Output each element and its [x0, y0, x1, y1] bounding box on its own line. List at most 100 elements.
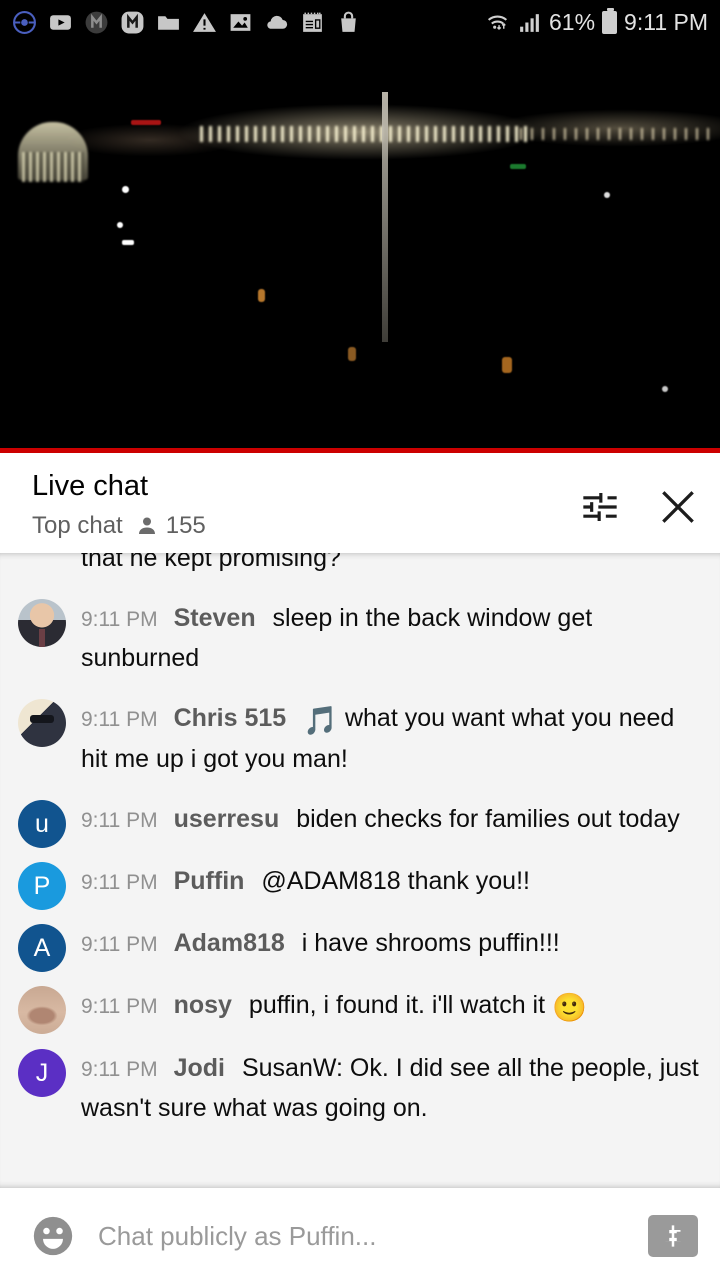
- city-lights-row-right: [520, 128, 710, 140]
- message-body: that he kept promising?: [18, 553, 702, 577]
- tune-icon: [583, 493, 617, 521]
- city-lights-row: [200, 126, 530, 142]
- message-timestamp: 9:11 PM: [81, 871, 158, 894]
- dollar-icon: [665, 1225, 681, 1247]
- message-timestamp: 9:11 PM: [81, 995, 158, 1018]
- superchat-button[interactable]: [648, 1215, 698, 1257]
- chat-message[interactable]: J 9:11 PM Jodi SusanW: Ok. I did see all…: [0, 1038, 720, 1138]
- avatar-letter: u: [35, 809, 49, 838]
- memorial-building: [18, 122, 88, 182]
- pokeball-icon: [13, 10, 36, 34]
- avatar-adam818[interactable]: A: [18, 924, 66, 972]
- avatar-chris-515[interactable]: [18, 699, 66, 747]
- washington-monument: [382, 92, 388, 342]
- message-text: i have shrooms puffin!!!: [301, 929, 560, 957]
- message-author[interactable]: Chris 515: [174, 704, 287, 732]
- green-light: [510, 164, 526, 169]
- avatar-steven[interactable]: [18, 599, 66, 647]
- message-text: puffin, i found it. i'll watch it: [248, 991, 552, 1019]
- message-body: 9:11 PM Steven sleep in the back window …: [81, 599, 702, 677]
- folder-icon: [158, 15, 179, 30]
- light-dot: [122, 240, 134, 245]
- page-title: Live chat: [32, 470, 149, 502]
- chat-input[interactable]: [98, 1220, 626, 1252]
- message-text: @ADAM818 thank you!!: [261, 867, 530, 895]
- image-icon: [230, 13, 251, 31]
- chat-message[interactable]: u 9:11 PM userresu biden checks for fami…: [0, 789, 720, 851]
- amber-light: [258, 289, 265, 302]
- message-timestamp: 9:11 PM: [81, 809, 158, 832]
- status-bar-notification-icons: [12, 10, 361, 35]
- wifi-icon: [487, 15, 508, 30]
- clock-label: 9:11 PM: [624, 8, 708, 35]
- status-bar: 61% 9:11 PM: [0, 0, 720, 44]
- battery-percent-label: 61%: [549, 8, 596, 35]
- message-body: 9:11 PM nosy puffin, i found it. i'll wa…: [81, 986, 702, 1027]
- message-body: 9:11 PM Adam818 i have shrooms puffin!!!: [81, 924, 702, 964]
- message-timestamp: 9:11 PM: [81, 708, 158, 731]
- message-body: 9:11 PM Puffin @ADAM818 thank you!!: [81, 862, 702, 902]
- light-dot: [604, 192, 610, 198]
- avatar-userresu[interactable]: u: [18, 800, 66, 848]
- m-rounded-icon: [121, 11, 144, 33]
- emoji-face-icon[interactable]: [30, 1213, 76, 1259]
- message-text: what you want what you need hit me up i …: [81, 704, 675, 773]
- live-chat-header: Live chat Top chat 155: [0, 453, 720, 553]
- message-author[interactable]: Steven: [174, 604, 256, 632]
- chat-composer: [0, 1188, 720, 1280]
- message-timestamp: 9:11 PM: [81, 608, 158, 631]
- light-dot: [122, 186, 129, 193]
- close-chat-button[interactable]: [656, 485, 700, 529]
- message-timestamp: 9:11 PM: [81, 1058, 158, 1081]
- red-light: [131, 120, 161, 125]
- message-body: 9:11 PM Jodi SusanW: Ok. I did see all t…: [81, 1049, 702, 1127]
- amber-light: [348, 347, 356, 361]
- battery-icon: [602, 7, 618, 34]
- avatar-puffin[interactable]: P: [18, 862, 66, 910]
- message-body: 9:11 PM userresu biden checks for famili…: [81, 800, 702, 840]
- chat-subheader: Top chat 155: [32, 512, 206, 540]
- shopping-bag-icon: [341, 11, 356, 32]
- status-bar-system-icons: 61% 9:11 PM: [485, 7, 708, 36]
- chat-message[interactable]: P 9:11 PM Puffin @ADAM818 thank you!!: [0, 851, 720, 913]
- video-player[interactable]: [0, 44, 720, 448]
- avatar-jodi[interactable]: J: [18, 1049, 66, 1097]
- message-timestamp: 9:11 PM: [81, 933, 158, 956]
- message-author[interactable]: Adam818: [174, 929, 285, 957]
- light-dot: [117, 222, 123, 228]
- chat-message-clipped: that he kept promising?: [0, 553, 720, 588]
- avatar-letter: P: [33, 871, 51, 900]
- viewer-count-group: 155: [135, 512, 206, 540]
- person-icon: [138, 517, 155, 534]
- avatar-letter: A: [33, 933, 51, 962]
- message-author[interactable]: Puffin: [174, 867, 245, 895]
- chat-message[interactable]: 9:11 PM nosy puffin, i found it. i'll wa…: [0, 975, 720, 1038]
- smiley-emoji: 🙂: [552, 992, 587, 1023]
- warning-triangle-icon: [193, 12, 216, 32]
- close-icon: [662, 491, 694, 523]
- viewer-count-label: 155: [165, 511, 206, 539]
- message-author[interactable]: Jodi: [174, 1054, 225, 1082]
- chat-message[interactable]: A 9:11 PM Adam818 i have shrooms puffin!…: [0, 913, 720, 975]
- chat-settings-button[interactable]: [578, 485, 622, 529]
- avatar-letter: J: [35, 1058, 49, 1087]
- live-chat-header-titles: Live chat Top chat 155: [32, 470, 206, 540]
- youtube-icon: [50, 14, 71, 30]
- message-author[interactable]: userresu: [174, 805, 280, 833]
- chat-message[interactable]: 9:11 PM Steven sleep in the back window …: [0, 588, 720, 688]
- amber-light: [502, 357, 512, 373]
- message-text: that he kept promising?: [81, 553, 341, 572]
- message-author[interactable]: nosy: [174, 991, 232, 1019]
- chat-message-list[interactable]: that he kept promising? 9:11 PM Steven s…: [0, 553, 720, 1188]
- light-dot: [662, 386, 668, 392]
- avatar-nosy[interactable]: [18, 986, 66, 1034]
- music-note-emoji: 🎵: [303, 705, 338, 736]
- m-circle-dark-icon: [85, 11, 108, 33]
- live-chat-header-actions: [578, 471, 700, 529]
- cloud-icon: [267, 15, 288, 29]
- message-body: 9:11 PM Chris 515 🎵 what you want what y…: [81, 699, 702, 778]
- cell-signal-icon: [520, 13, 539, 32]
- chat-message[interactable]: 9:11 PM Chris 515 🎵 what you want what y…: [0, 688, 720, 789]
- chat-mode-label[interactable]: Top chat: [32, 512, 123, 540]
- video-frame-night-skyline: [0, 44, 720, 448]
